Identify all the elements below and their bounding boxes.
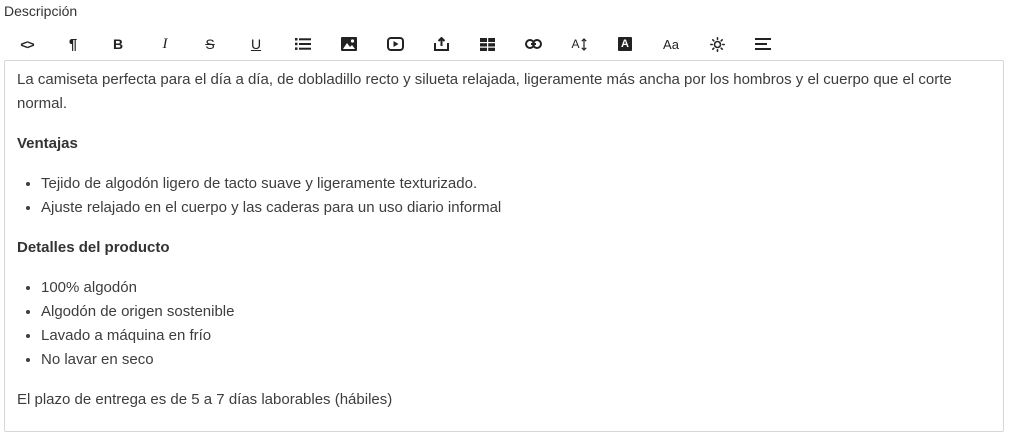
- paragraph-icon: ¶: [68, 35, 78, 53]
- font-size-icon: A: [571, 37, 580, 51]
- text-color-icon: A: [618, 37, 632, 51]
- font-size-button[interactable]: A: [564, 31, 594, 57]
- list-item: Tejido de algodón ligero de tacto suave …: [41, 172, 991, 196]
- ventajas-list: Tejido de algodón ligero de tacto suave …: [17, 172, 991, 220]
- bold-icon: B: [112, 36, 124, 52]
- intro-paragraph: La camiseta perfecta para el día a día, …: [17, 71, 952, 112]
- insert-embed-button[interactable]: [426, 31, 456, 57]
- underline-icon: U: [250, 36, 262, 52]
- clear-formatting-button[interactable]: [702, 31, 732, 57]
- list-item: Lavado a máquina en frío: [41, 324, 991, 348]
- align-button[interactable]: [748, 31, 778, 57]
- insert-table-button[interactable]: [472, 31, 502, 57]
- text-color-button[interactable]: A: [610, 31, 640, 57]
- italic-button[interactable]: I: [150, 31, 180, 57]
- insert-link-button[interactable]: [518, 31, 548, 57]
- unordered-list-button[interactable]: [288, 31, 318, 57]
- vertical-arrows-icon: [580, 37, 587, 51]
- underline-button[interactable]: U: [241, 31, 271, 57]
- list-item: Algodón de origen sostenible: [41, 300, 991, 324]
- strikethrough-button[interactable]: S: [195, 31, 225, 57]
- paragraph-format-button[interactable]: ¶: [58, 31, 88, 57]
- insert-image-button[interactable]: [334, 31, 364, 57]
- delivery-paragraph: El plazo de entrega es de 5 a 7 días lab…: [17, 391, 393, 408]
- strikethrough-icon: S: [205, 36, 215, 52]
- list-item: No lavar en seco: [41, 348, 991, 372]
- insert-video-button[interactable]: [380, 31, 410, 57]
- font-family-icon: Aa: [663, 36, 679, 52]
- list-item: 100% algodón: [41, 276, 991, 300]
- font-family-button[interactable]: Aa: [656, 31, 686, 57]
- list-icon: [295, 38, 311, 50]
- section-heading-ventajas: Ventajas: [17, 135, 78, 152]
- video-icon: [386, 37, 404, 51]
- italic-icon: I: [162, 35, 168, 52]
- table-icon: [479, 37, 495, 51]
- embed-icon: [433, 37, 449, 51]
- rich-text-editor[interactable]: La camiseta perfecta para el día a día, …: [4, 60, 1004, 432]
- detalles-list: 100% algodón Algodón de origen sostenibl…: [17, 276, 991, 372]
- align-left-icon: [755, 38, 771, 50]
- editor-toolbar: <> ¶ B I S U A A Aa: [6, 31, 786, 57]
- sun-icon: [709, 36, 725, 52]
- code-icon: <>: [20, 36, 34, 52]
- list-item: Ajuste relajado en el cuerpo y las cader…: [41, 196, 991, 220]
- image-icon: [341, 37, 357, 51]
- link-icon: [524, 39, 542, 49]
- bold-button[interactable]: B: [103, 31, 133, 57]
- code-view-button[interactable]: <>: [12, 31, 42, 57]
- field-label: Descripción: [4, 3, 78, 19]
- section-heading-detalles: Detalles del producto: [17, 239, 170, 256]
